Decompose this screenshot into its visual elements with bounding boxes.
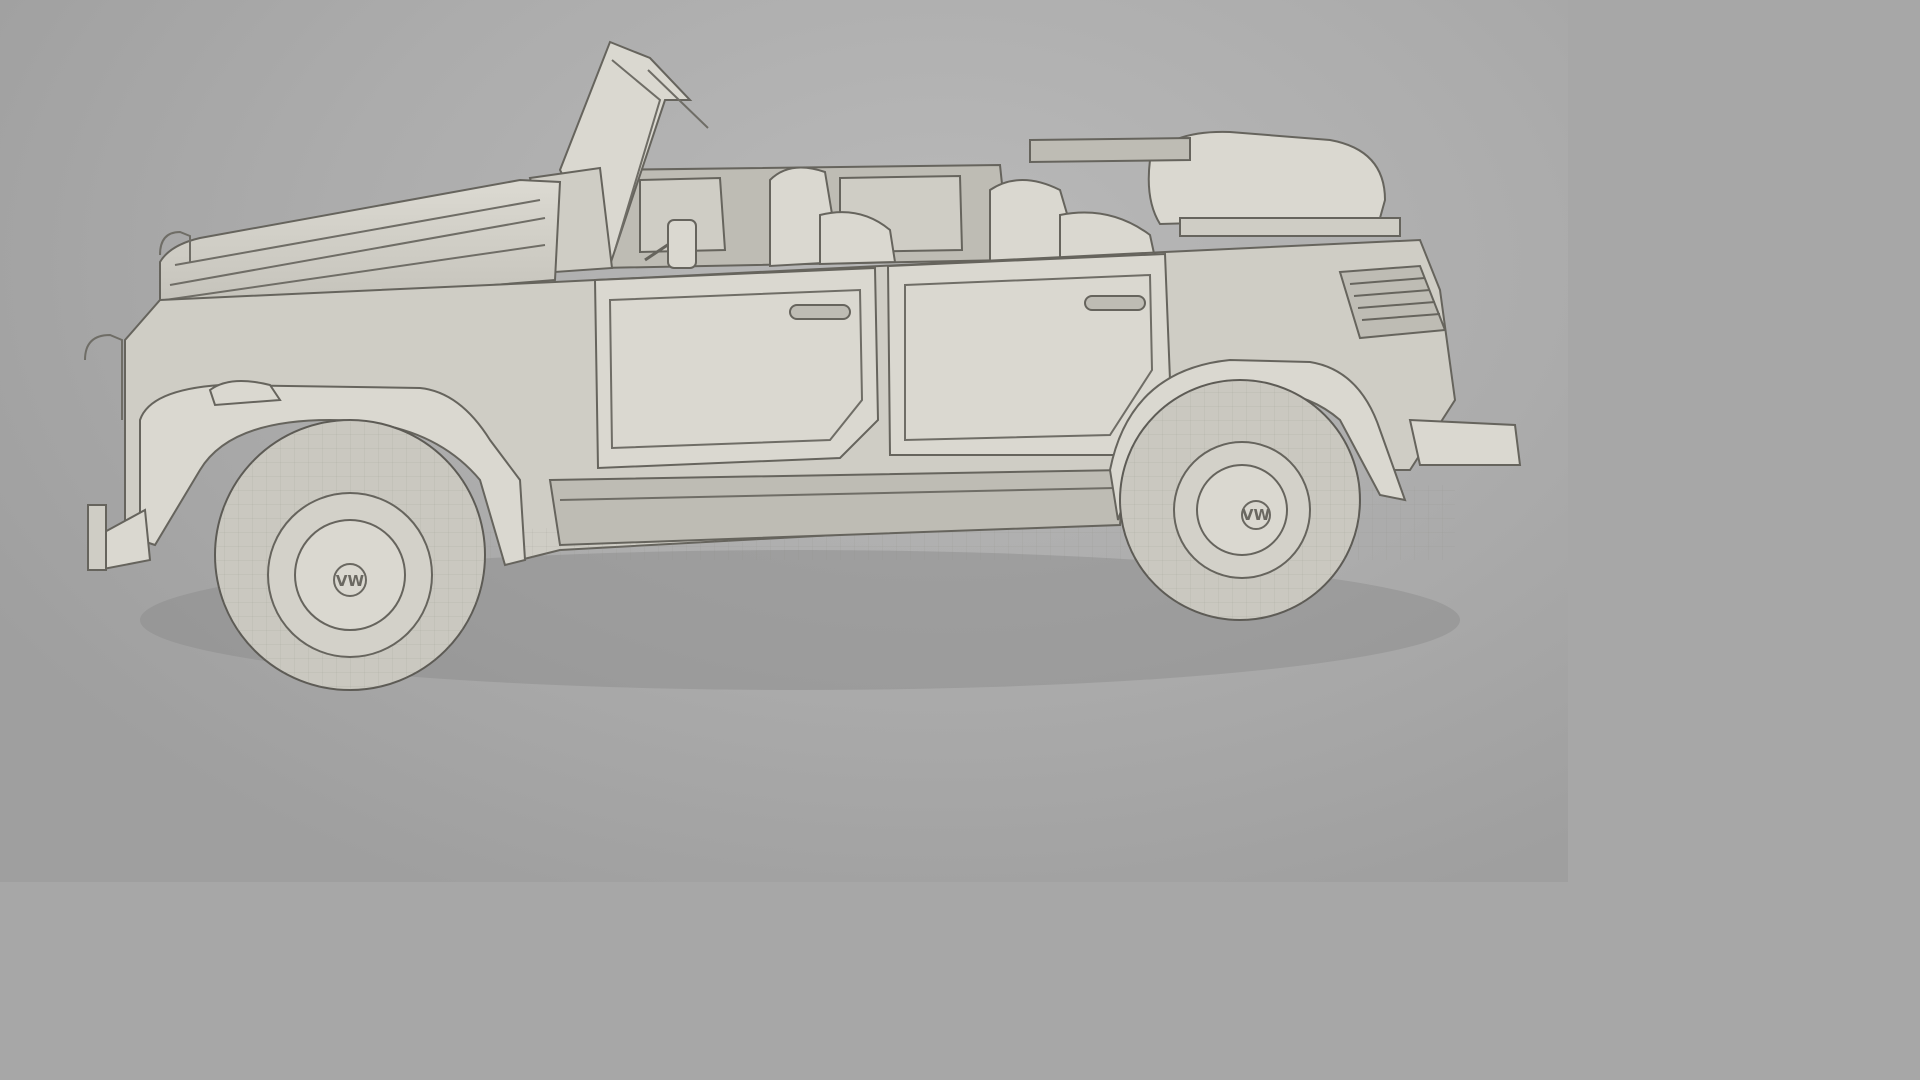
front-wheel-logo: VW (336, 572, 365, 590)
vehicle-render: VW VW (84, 40, 1522, 691)
rear-door-handle (1084, 295, 1146, 311)
rear-deck-rail (1179, 217, 1401, 237)
front-wheel: VW (214, 419, 486, 691)
render-viewport: VW VW (0, 0, 1568, 882)
rear-wheel-logo: VW (1242, 506, 1271, 524)
front-door (593, 266, 880, 470)
front-door-handle (789, 304, 851, 320)
rear-wheel: VW (1119, 379, 1361, 621)
headlight (208, 380, 282, 407)
rear-bumper (1408, 418, 1522, 466)
